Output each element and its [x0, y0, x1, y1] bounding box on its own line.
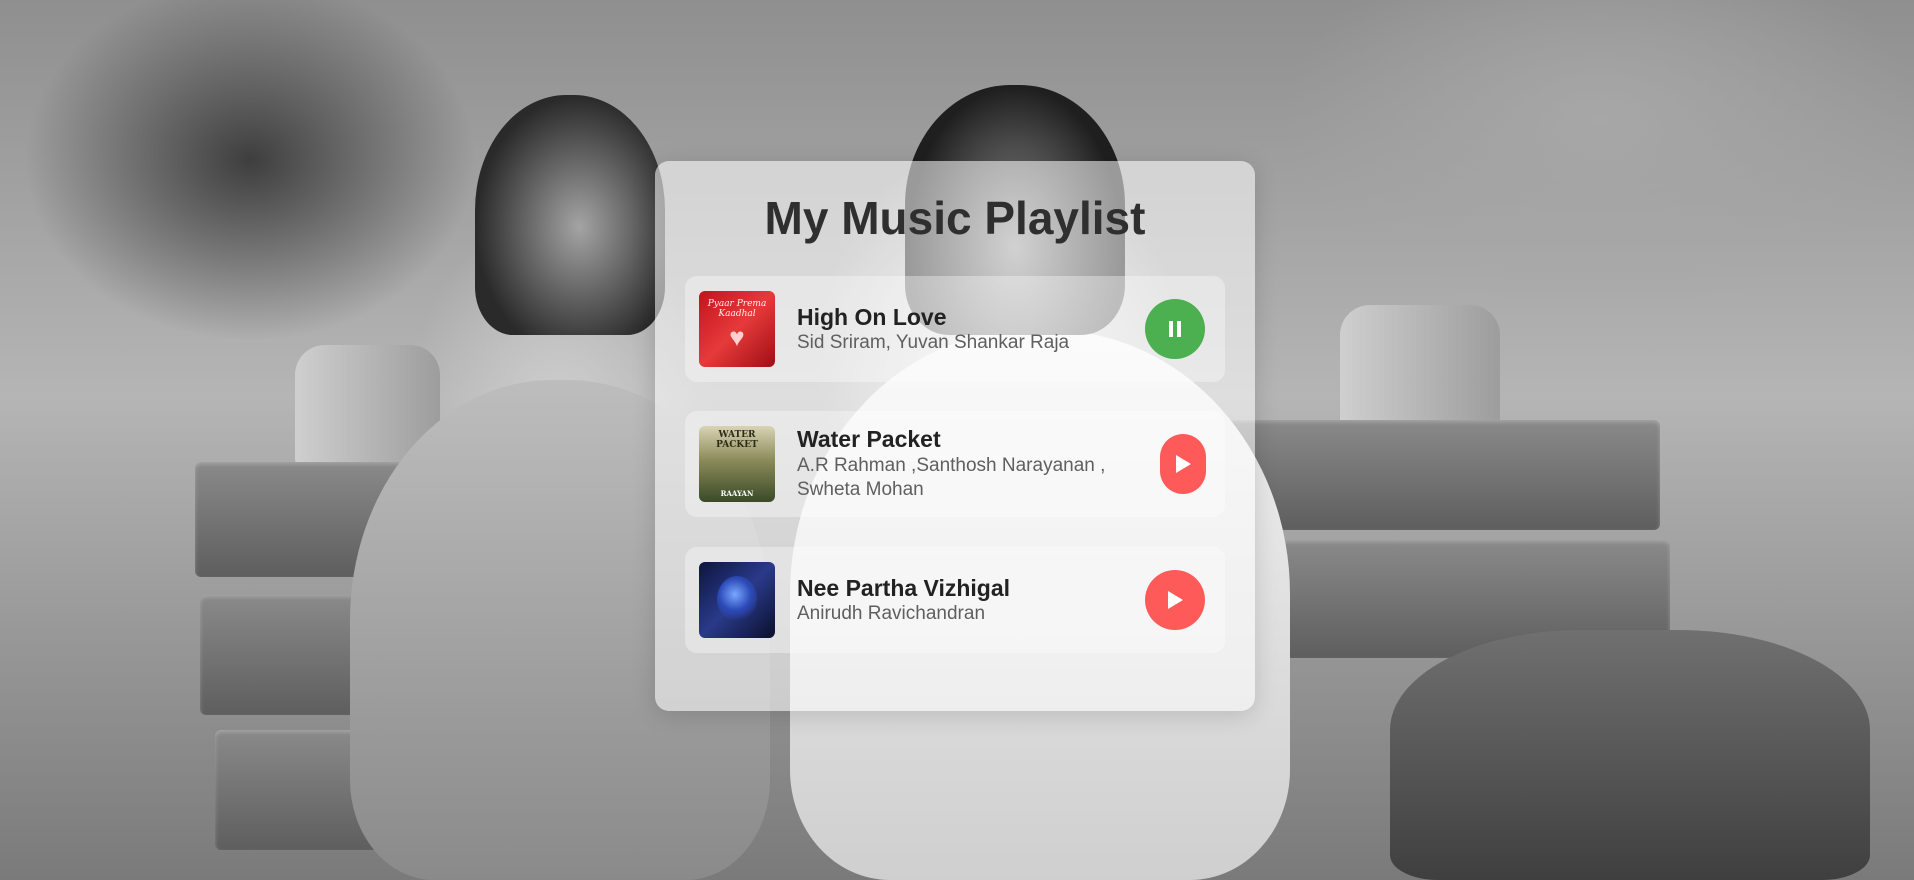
playlist-title: My Music Playlist [764, 192, 1146, 244]
track-item[interactable]: Pyaar Prema Kaadhal ♥ High On Love Sid S… [685, 276, 1225, 382]
bench-post-right [1340, 305, 1500, 425]
album-art-figure [717, 576, 757, 622]
bench-plank [1225, 420, 1660, 530]
track-title: High On Love [797, 304, 947, 330]
play-button[interactable] [1145, 570, 1205, 630]
pause-button[interactable] [1145, 299, 1205, 359]
track-item[interactable]: WATER PACKET RAAYAN Water Packet A.R Rah… [685, 411, 1225, 517]
heart-icon: ♥ [729, 322, 745, 352]
play-button[interactable] [1160, 434, 1206, 494]
album-cover: Pyaar Prema Kaadhal ♥ [699, 291, 775, 367]
album-cover-text: WATER PACKET [716, 430, 758, 450]
backpack [1390, 630, 1870, 880]
person-head-left [475, 95, 665, 335]
track-title: Water Packet [797, 426, 941, 452]
track-artist: Anirudh Ravichandran [797, 603, 986, 624]
track-item[interactable]: Nee Partha Vizhigal Anirudh Ravichandran [685, 547, 1225, 653]
album-cover: WATER PACKET RAAYAN [699, 426, 775, 502]
track-artist: A.R Rahman ,Santhosh Narayanan , Swheta … [797, 455, 1106, 500]
pause-icon [1169, 321, 1181, 337]
track-artist: Sid Sriram, Yuvan Shankar Raja [797, 332, 1070, 353]
playlist-card: My Music Playlist Pyaar Prema Kaadhal ♥ … [655, 161, 1255, 711]
play-icon [1168, 591, 1183, 609]
play-icon [1176, 455, 1191, 473]
album-cover-subtext: RAAYAN [720, 489, 754, 498]
track-title: Nee Partha Vizhigal [797, 575, 1011, 601]
album-cover-text: Pyaar Prema Kaadhal [707, 299, 767, 319]
album-cover [699, 562, 775, 638]
